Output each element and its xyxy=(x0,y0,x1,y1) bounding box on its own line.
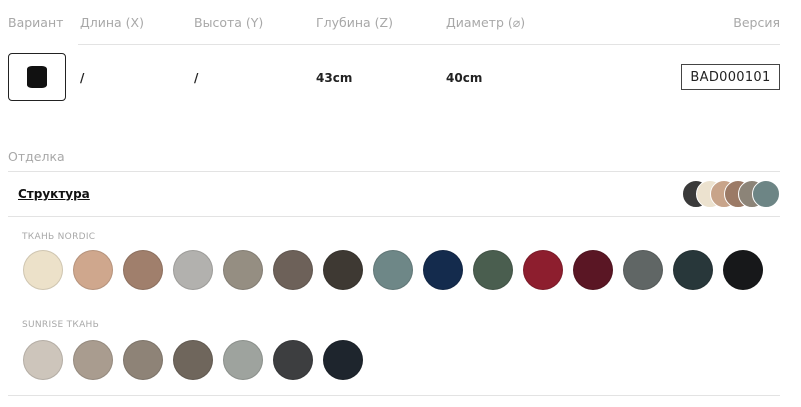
header-length: Длина (X) xyxy=(80,15,145,30)
variant-thumbnail[interactable] xyxy=(8,53,66,101)
swatch-row-nordic xyxy=(23,250,763,290)
version-code[interactable]: BAD000101 xyxy=(681,64,780,90)
header-variant: Вариант xyxy=(8,15,64,30)
swatch-navy[interactable] xyxy=(423,250,463,290)
swatch-teal-grey[interactable] xyxy=(373,250,413,290)
header-version: Версия xyxy=(733,15,780,30)
finish-label: Отделка xyxy=(8,149,65,164)
swatch-pale-beige[interactable] xyxy=(23,340,63,380)
swatch-charcoal[interactable] xyxy=(273,340,313,380)
header-height: Высота (Y) xyxy=(194,15,264,30)
swatch-light-brown[interactable] xyxy=(123,250,163,290)
swatch-taupe[interactable] xyxy=(223,250,263,290)
swatch-midnight[interactable] xyxy=(323,340,363,380)
swatch-forest-green[interactable] xyxy=(473,250,513,290)
swatch-black[interactable] xyxy=(723,250,763,290)
group-label-nordic: ТКАНЬ NORDIC xyxy=(22,232,96,242)
swatch-sage-grey[interactable] xyxy=(223,340,263,380)
header-divider xyxy=(78,44,780,45)
swatch-burgundy[interactable] xyxy=(573,250,613,290)
swatch-slate[interactable] xyxy=(623,250,663,290)
finish-divider-bottom xyxy=(8,395,780,396)
structure-link[interactable]: Структура xyxy=(18,187,90,201)
group-label-sunrise: SUNRISE ТКАНЬ xyxy=(22,320,100,330)
height-value: / xyxy=(194,71,199,85)
header-depth: Глубина (Z) xyxy=(316,15,393,30)
swatch-dark-teal[interactable] xyxy=(673,250,713,290)
length-value: / xyxy=(80,71,85,85)
depth-value: 43cm xyxy=(316,71,353,85)
swatch-red[interactable] xyxy=(523,250,563,290)
swatch-row-sunrise xyxy=(23,340,363,380)
structure-preview-swatch xyxy=(752,180,780,208)
swatch-peach[interactable] xyxy=(73,250,113,290)
swatch-dark-brown[interactable] xyxy=(323,250,363,290)
swatch-brown-grey[interactable] xyxy=(273,250,313,290)
swatch-sand[interactable] xyxy=(73,340,113,380)
finish-divider-top xyxy=(8,171,780,172)
swatch-light-grey[interactable] xyxy=(173,250,213,290)
header-diameter: Диаметр (⌀) xyxy=(446,15,526,30)
swatch-dark-taupe[interactable] xyxy=(173,340,213,380)
swatch-mushroom[interactable] xyxy=(123,340,163,380)
pouf-icon xyxy=(27,66,47,88)
diameter-value: 40cm xyxy=(446,71,483,85)
finish-divider-middle xyxy=(8,216,780,217)
swatch-cream[interactable] xyxy=(23,250,63,290)
